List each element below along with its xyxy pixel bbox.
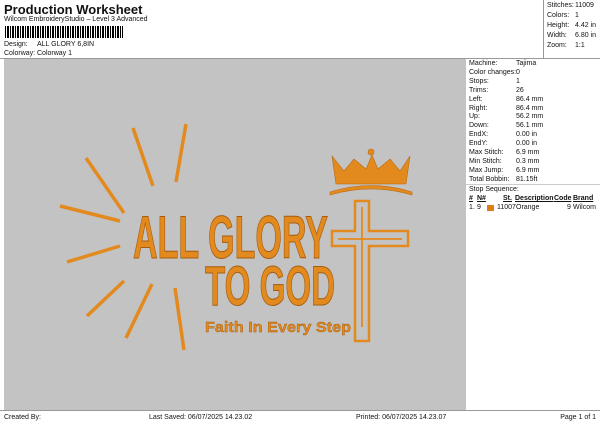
ray-stroke xyxy=(59,204,121,223)
stat-value: 6.80 in xyxy=(575,32,597,39)
page-number: Page 1 of 1 xyxy=(560,414,596,421)
stat-value: 4.42 in xyxy=(575,22,597,29)
ray-stroke xyxy=(84,157,126,214)
info-label: Total Bobbin: xyxy=(469,175,510,183)
info-label: Down: xyxy=(469,122,489,130)
info-label: Min Stitch: xyxy=(469,157,502,165)
info-value: 1 xyxy=(516,77,520,85)
color-swatch xyxy=(487,205,494,211)
stat-label: Stitches: xyxy=(547,2,574,9)
ray-stroke xyxy=(66,244,121,264)
row-number: 1. xyxy=(469,204,475,211)
ray-stroke xyxy=(124,283,154,339)
embroidery-artwork: ALL GLORY TO GOD Faith In Every Step xyxy=(59,123,413,351)
info-value: 56.2 mm xyxy=(516,113,544,121)
info-value: 81.15ft xyxy=(516,175,538,183)
info-label: Stops: xyxy=(469,77,489,85)
design-text-line2: TO GOD xyxy=(205,254,335,317)
design-label: Design: xyxy=(4,41,28,48)
design-name: ALL GLORY 6,8IN xyxy=(37,41,95,48)
info-label: Up: xyxy=(469,113,480,121)
info-value: 0.00 in xyxy=(516,131,538,139)
info-label: Color changes: xyxy=(469,68,517,76)
last-saved: Last Saved: 06/07/2025 14.23.02 xyxy=(149,414,253,421)
info-label: Right: xyxy=(469,104,488,112)
info-label: EndY: xyxy=(469,140,488,148)
column-header: Brand xyxy=(573,195,594,202)
design-stats: Stitches: 11009 Colors: 1 Height: 4.42 in Widt… xyxy=(543,0,600,59)
ray-stroke xyxy=(85,279,126,318)
design-text-line3: Faith In Every Step xyxy=(205,319,351,336)
info-value: 0.00 in xyxy=(516,140,538,148)
design-preview: ALL GLORY TO GOD Faith In Every Step xyxy=(4,59,463,410)
info-value: 86.4 mm xyxy=(516,95,544,103)
thread-code: 9 xyxy=(567,204,571,211)
created-by: Created By: xyxy=(4,414,41,421)
column-header: St. xyxy=(503,195,512,202)
ray-stroke xyxy=(131,127,155,187)
thread-description: Orange xyxy=(516,204,540,211)
column-header: Code xyxy=(554,195,572,202)
column-header: N# xyxy=(477,195,486,202)
stat-value: 1:1 xyxy=(575,42,585,49)
barcode xyxy=(5,26,123,38)
column-header: # xyxy=(469,195,473,202)
colorway-label: Colorway: xyxy=(4,50,36,57)
info-value: 0 xyxy=(516,68,520,76)
footer: Created By: Last Saved: 06/07/2025 14.23… xyxy=(0,410,600,425)
info-label: Max Jump: xyxy=(469,166,504,174)
stat-label: Zoom: xyxy=(547,42,567,49)
stat-label: Colors: xyxy=(547,12,570,19)
stat-label: Width: xyxy=(547,32,567,39)
software-name: Wilcom EmbroideryStudio – Level 3 Advanc… xyxy=(4,16,148,23)
machine-info-panel: Machine: Tajima Color changes: 0 Stops: 1 Trim… xyxy=(463,59,600,410)
column-header: Description xyxy=(515,195,554,202)
needle-number: 9 xyxy=(477,204,481,211)
info-label: Max Stitch: xyxy=(469,149,504,156)
info-value: 26 xyxy=(516,86,524,94)
info-label: Left: xyxy=(469,95,483,103)
info-value: 56.1 mm xyxy=(516,122,544,130)
info-label: Machine: xyxy=(469,60,498,67)
stat-value: 11009 xyxy=(575,2,594,9)
info-value: 86.4 mm xyxy=(516,104,544,112)
worksheet-header: Production Worksheet Wilcom EmbroiderySt… xyxy=(0,0,543,59)
info-label: Trims: xyxy=(469,86,489,94)
printed-date: Printed: 06/07/2025 14.23.07 xyxy=(356,414,447,421)
page-title: Production Worksheet xyxy=(4,2,143,17)
info-value: 6.9 mm xyxy=(516,166,540,174)
ray-stroke xyxy=(174,123,188,183)
colorway-value: Colorway 1 xyxy=(37,50,73,57)
stat-value: 1 xyxy=(575,12,579,19)
stitch-count: 11007 xyxy=(497,204,516,211)
stop-sequence-label: Stop Sequence: xyxy=(469,186,519,193)
info-value: 6.9 mm xyxy=(516,149,540,156)
thread-brand: Wilcom xyxy=(573,204,596,211)
info-value: Tajima xyxy=(516,60,537,67)
ray-stroke xyxy=(173,287,186,351)
info-label: EndX: xyxy=(469,131,489,139)
stat-label: Height: xyxy=(547,22,570,29)
info-value: 0.3 mm xyxy=(516,157,540,165)
crown-icon xyxy=(329,148,413,196)
